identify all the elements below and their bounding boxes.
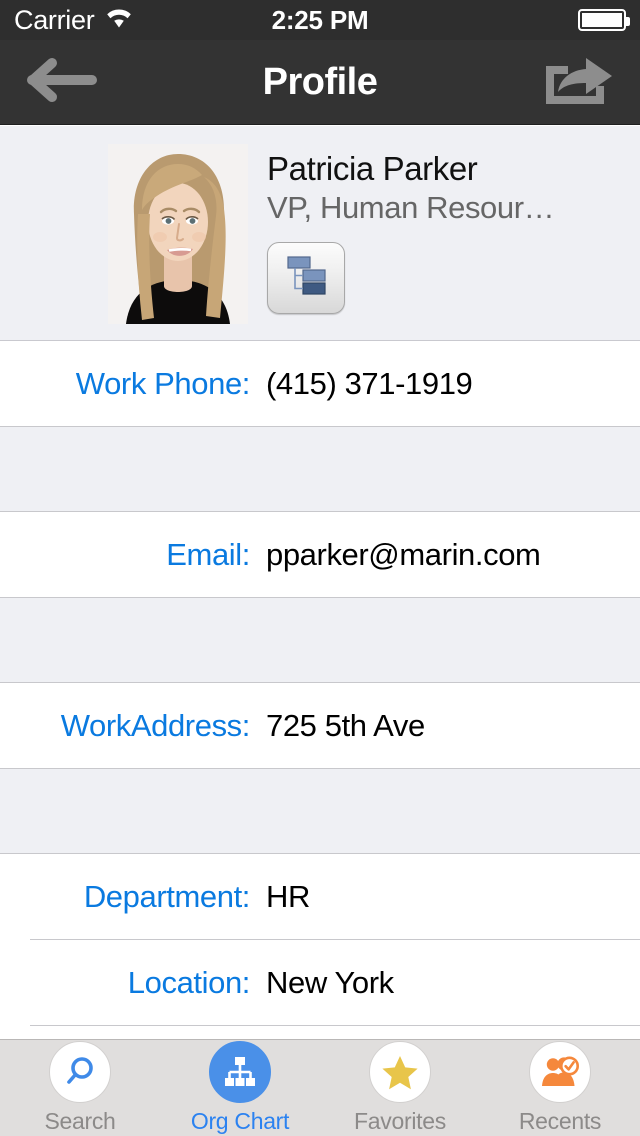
detail-value: HR xyxy=(266,878,310,914)
back-button[interactable] xyxy=(22,57,98,107)
detail-row-work-phone[interactable]: Work Phone: (415) 371-1919 xyxy=(0,341,640,426)
detail-value: pparker@marin.com xyxy=(266,536,541,572)
detail-label: WorkAddress: xyxy=(60,707,251,743)
search-icon xyxy=(49,1041,111,1103)
detail-value: New York xyxy=(266,964,394,1000)
profile-scroll-area[interactable]: Patricia Parker VP, Human Resour… Work P… xyxy=(0,126,640,1136)
star-icon xyxy=(369,1041,431,1103)
detail-value: 725 5th Ave xyxy=(266,707,425,743)
tab-label: Favorites xyxy=(354,1108,446,1134)
section-gap xyxy=(0,597,640,683)
profile-identity: Patricia Parker VP, Human Resour… xyxy=(248,144,555,314)
avatar[interactable] xyxy=(108,144,248,324)
tab-recents[interactable]: Recents xyxy=(480,1041,640,1135)
section-gap xyxy=(0,426,640,512)
detail-row-location[interactable]: Location: New York xyxy=(0,940,640,1025)
profile-screen: Carrier 2:25 PM Profile Patricia Parker … xyxy=(0,0,640,1136)
tab-label: Recents xyxy=(518,1108,602,1134)
share-button[interactable] xyxy=(536,54,620,110)
detail-row-department[interactable]: Department: HR xyxy=(0,854,640,939)
back-arrow-icon xyxy=(22,57,98,108)
detail-label: Department: xyxy=(83,878,251,914)
status-bar: Carrier 2:25 PM xyxy=(0,0,640,40)
org-chart-button[interactable] xyxy=(267,241,345,314)
tab-label: Search xyxy=(44,1108,116,1134)
org-chart-icon xyxy=(209,1041,271,1103)
status-bar-clock: 2:25 PM xyxy=(271,4,369,35)
share-icon xyxy=(538,52,618,113)
tab-bar: Search Org Chart Favorites Recents xyxy=(0,1039,640,1136)
status-bar-right xyxy=(578,9,630,31)
tab-org-chart[interactable]: Org Chart xyxy=(160,1041,320,1135)
detail-label: Work Phone: xyxy=(75,365,251,401)
section-gap xyxy=(0,768,640,854)
tab-search[interactable]: Search xyxy=(0,1041,160,1135)
tab-label: Org Chart xyxy=(190,1108,290,1134)
profile-job-title: VP, Human Resour… xyxy=(267,189,555,225)
detail-value: (415) 371-1919 xyxy=(266,365,473,401)
profile-header: Patricia Parker VP, Human Resour… xyxy=(0,126,640,341)
detail-label: Location: xyxy=(127,964,251,1000)
battery-icon xyxy=(578,9,630,31)
recent-contacts-icon xyxy=(529,1041,591,1103)
detail-label: Email: xyxy=(166,536,250,572)
tab-favorites[interactable]: Favorites xyxy=(320,1041,480,1135)
profile-name: Patricia Parker xyxy=(267,150,478,187)
detail-row-work-address[interactable]: WorkAddress: 725 5th Ave xyxy=(0,683,640,768)
org-chart-icon xyxy=(284,254,328,301)
navigation-bar: Profile xyxy=(0,40,640,125)
detail-row-email[interactable]: Email: pparker@marin.com xyxy=(0,512,640,597)
page-title: Profile xyxy=(262,60,378,103)
